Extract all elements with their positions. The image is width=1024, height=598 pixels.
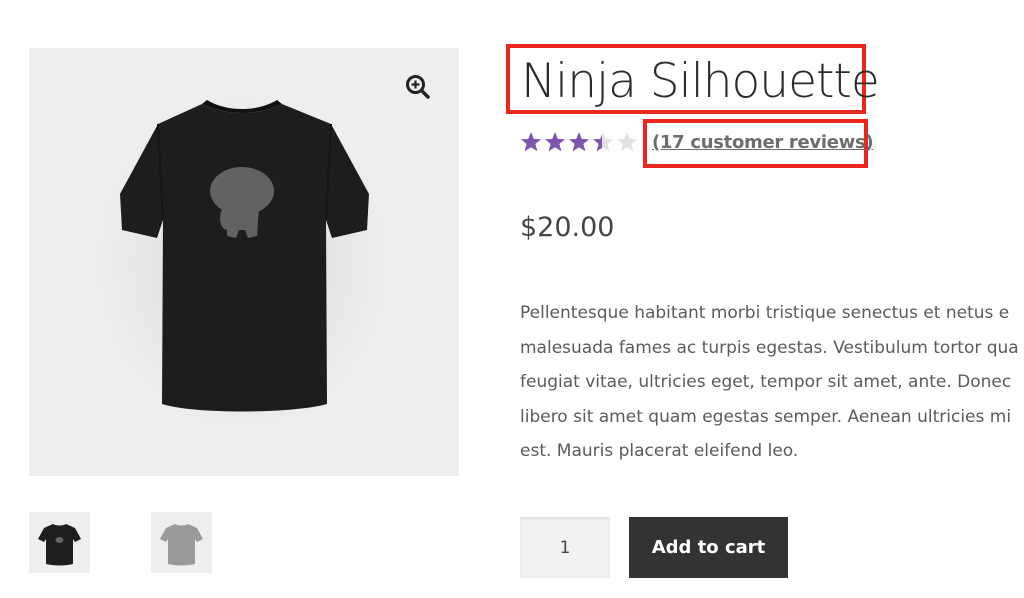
star-filled-icon [521, 132, 541, 152]
black-tshirt-thumbnail[interactable] [29, 512, 90, 573]
main-product-image[interactable] [29, 48, 459, 476]
product-price: $20.00 [520, 212, 615, 243]
product-short-description: Pellentesque habitant morbi tristique se… [520, 296, 1024, 466]
star-empty-icon [617, 132, 637, 152]
description-line: Pellentesque habitant morbi tristique se… [520, 303, 1010, 323]
star-rating [521, 132, 637, 152]
description-line: feugiat vitae, ultricies eget, tempor si… [520, 372, 1012, 392]
add-to-cart-button[interactable]: Add to cart [629, 517, 788, 578]
tshirt-thumbnail-icon [160, 524, 203, 566]
quantity-input[interactable] [520, 517, 610, 578]
description-line: libero sit amet quam egestas semper. Aen… [520, 406, 1012, 427]
gray-tshirt-thumbnail[interactable] [151, 512, 212, 573]
magnifier-zoom-icon[interactable] [405, 74, 431, 100]
tshirt-thumbnail-icon [38, 524, 81, 566]
star-filled-icon [569, 132, 589, 152]
customer-reviews-link[interactable]: (17 customer reviews) [652, 132, 874, 153]
black-tshirt-image [92, 93, 392, 433]
product-title: Ninja Silhouette [521, 54, 880, 109]
description-line: est. Mauris placerat eleifend leo. [520, 441, 799, 461]
description-line: malesuada fames ac turpis egestas. Vesti… [520, 337, 1019, 358]
star-filled-icon [545, 132, 565, 152]
product-page: Ninja Silhouette (17 customer reviews) $… [0, 0, 1024, 598]
